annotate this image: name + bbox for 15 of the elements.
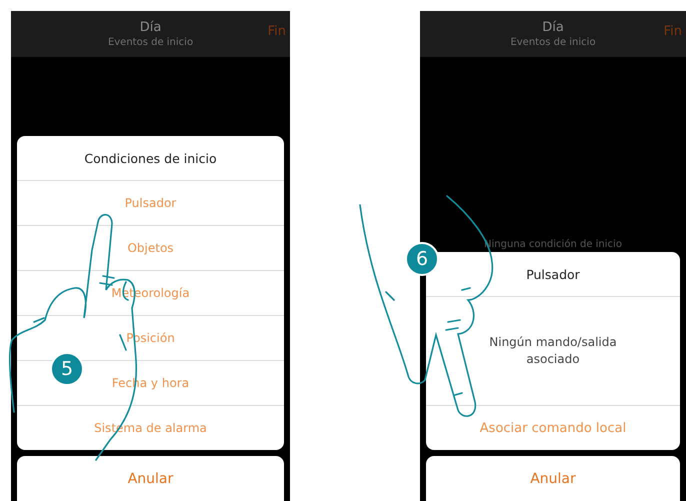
header-title: Día bbox=[542, 20, 564, 35]
sheet-title: Condiciones de inicio bbox=[83, 150, 218, 168]
finish-link[interactable]: Fin bbox=[268, 24, 286, 39]
cancel-button[interactable]: Anular bbox=[17, 456, 284, 501]
header-subtitle: Eventos de inicio bbox=[108, 37, 194, 48]
header-subtitle: Eventos de inicio bbox=[510, 37, 596, 48]
status-message: Ningún mando/salida asociado bbox=[426, 296, 680, 405]
menu-item[interactable]: Pulsador bbox=[17, 180, 284, 225]
finish-link[interactable]: Fin bbox=[664, 24, 682, 39]
step-number-badge: 6 bbox=[405, 242, 439, 276]
cancel-button[interactable]: Anular bbox=[426, 456, 680, 501]
sheet-title: Pulsador bbox=[525, 266, 581, 284]
header-title: Día bbox=[140, 20, 162, 35]
associate-link[interactable]: Asociar comando local bbox=[426, 405, 680, 450]
menu-item[interactable]: Objetos bbox=[17, 225, 284, 270]
